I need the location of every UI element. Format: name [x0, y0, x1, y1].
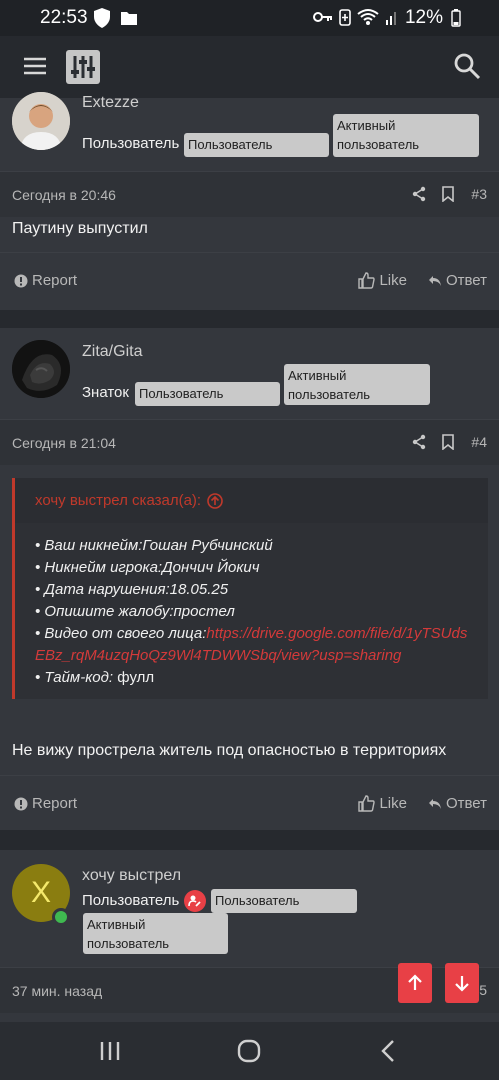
post-actions: Report Like Ответ	[0, 775, 499, 831]
arrow-up-icon	[408, 974, 422, 990]
thumbs-up-icon	[358, 272, 376, 289]
avatar[interactable]	[12, 92, 70, 150]
hamburger-icon[interactable]	[22, 54, 48, 78]
post-meta: Сегодня в 20:46 #3	[0, 171, 499, 217]
post-number[interactable]: #4	[471, 434, 487, 450]
shield-icon	[94, 8, 110, 28]
folder-icon	[121, 12, 137, 25]
user-edit-badge-icon	[184, 890, 206, 912]
post-4: Zita/Gita Знаток Пользователь Активный п…	[0, 328, 499, 830]
home-icon[interactable]	[237, 1039, 261, 1063]
post-author[interactable]: Zita/Gita	[82, 343, 142, 361]
post-separator	[0, 830, 499, 850]
reply-button[interactable]: Ответ	[428, 795, 487, 812]
post-number[interactable]: 5	[479, 982, 487, 998]
arrow-up-circle-icon[interactable]	[207, 492, 223, 509]
user-title: Пользователь	[82, 892, 180, 909]
quote-header[interactable]: хочу выстрел сказал(а):	[15, 478, 488, 523]
signal-icon	[386, 12, 396, 25]
status-time: 22:53	[40, 7, 88, 28]
quote-line: • Ваш никнейм:Гошан Рубчинский	[35, 537, 273, 554]
reply-button[interactable]: Ответ	[428, 272, 487, 289]
quote-author: хочу выстрел сказал(а):	[35, 492, 202, 509]
post-text: Не вижу прострела житель под опасностью …	[12, 742, 447, 759]
post-author[interactable]: Extezze	[82, 94, 139, 112]
reply-icon	[428, 275, 441, 286]
reply-label: Ответ	[445, 272, 487, 289]
post-separator	[0, 310, 499, 328]
quote-line: • Никнейм игрока:Дончич Йокич	[35, 559, 260, 576]
system-nav-bar	[0, 1022, 499, 1080]
thumbs-up-icon	[358, 795, 376, 812]
user-badge: Активный пользователь	[284, 364, 430, 405]
user-badge: Активный пользователь	[333, 114, 479, 157]
avatar[interactable]: X	[12, 864, 70, 926]
reply-label: Ответ	[445, 795, 487, 812]
report-icon	[14, 274, 28, 287]
post-text: Паутину выпустил	[12, 220, 148, 237]
like-button[interactable]: Like	[358, 795, 407, 812]
post-time[interactable]: Сегодня в 21:04	[12, 435, 116, 451]
search-icon[interactable]	[453, 52, 481, 80]
post-number[interactable]: #3	[471, 186, 487, 202]
like-button[interactable]: Like	[358, 272, 407, 289]
battery-icon	[451, 9, 461, 27]
scroll-down-button[interactable]	[445, 963, 479, 1003]
post-time[interactable]: Сегодня в 20:46	[12, 187, 116, 203]
scroll-up-button[interactable]	[398, 963, 432, 1003]
user-title: Пользователь	[82, 135, 180, 152]
post-3: Extezze Пользователь Пользователь Активн…	[0, 92, 499, 330]
app-bar	[0, 36, 499, 98]
user-badge: Активный пользователь	[83, 913, 228, 954]
recent-apps-icon[interactable]	[99, 1040, 121, 1062]
bookmark-icon[interactable]	[441, 186, 455, 202]
post-actions: Report Like Ответ	[0, 252, 499, 308]
reply-icon	[428, 798, 441, 809]
arrow-down-icon	[455, 976, 469, 992]
timecode-label: • Тайм-код:	[35, 669, 114, 686]
quote-line: • Опишите жалобу:простел	[35, 603, 235, 620]
battery-percent: 12%	[404, 7, 443, 28]
report-label: Report	[32, 795, 78, 812]
avatar[interactable]	[12, 340, 70, 398]
status-bar: 22:53 12%	[0, 0, 499, 36]
like-label: Like	[379, 795, 407, 812]
bookmark-icon[interactable]	[441, 434, 455, 450]
quote-block: хочу выстрел сказал(а): • Ваш никнейм:Го…	[12, 478, 488, 699]
quote-body: • Ваш никнейм:Гошан Рубчинский • Никнейм…	[15, 523, 488, 699]
quote-line: • Дата нарушения:18.05.25	[35, 581, 229, 598]
share-icon[interactable]	[411, 434, 427, 450]
user-title: Знаток	[82, 384, 129, 401]
post-time[interactable]: 37 мин. назад	[12, 983, 102, 999]
sliders-logo-icon[interactable]	[66, 50, 100, 84]
avatar-letter: X	[30, 876, 51, 909]
quote-line: • Видео от своего лица:	[35, 625, 207, 642]
key-icon	[313, 12, 332, 22]
timecode-value: фулл	[117, 669, 155, 686]
online-status-icon	[52, 908, 70, 926]
like-label: Like	[379, 272, 407, 289]
user-badge: Пользователь	[211, 889, 357, 913]
report-label: Report	[32, 272, 78, 289]
back-icon[interactable]	[380, 1039, 396, 1063]
report-icon	[14, 797, 28, 810]
battery-saver-icon	[339, 9, 351, 26]
share-icon[interactable]	[411, 186, 427, 202]
post-meta: Сегодня в 21:04 #4	[0, 419, 499, 465]
user-badge: Пользователь	[184, 133, 329, 157]
report-button[interactable]: Report	[14, 272, 77, 289]
report-button[interactable]: Report	[14, 795, 77, 812]
wifi-icon	[357, 9, 379, 25]
post-author[interactable]: хочу выстрел	[82, 867, 181, 885]
user-badge: Пользователь	[135, 382, 280, 406]
